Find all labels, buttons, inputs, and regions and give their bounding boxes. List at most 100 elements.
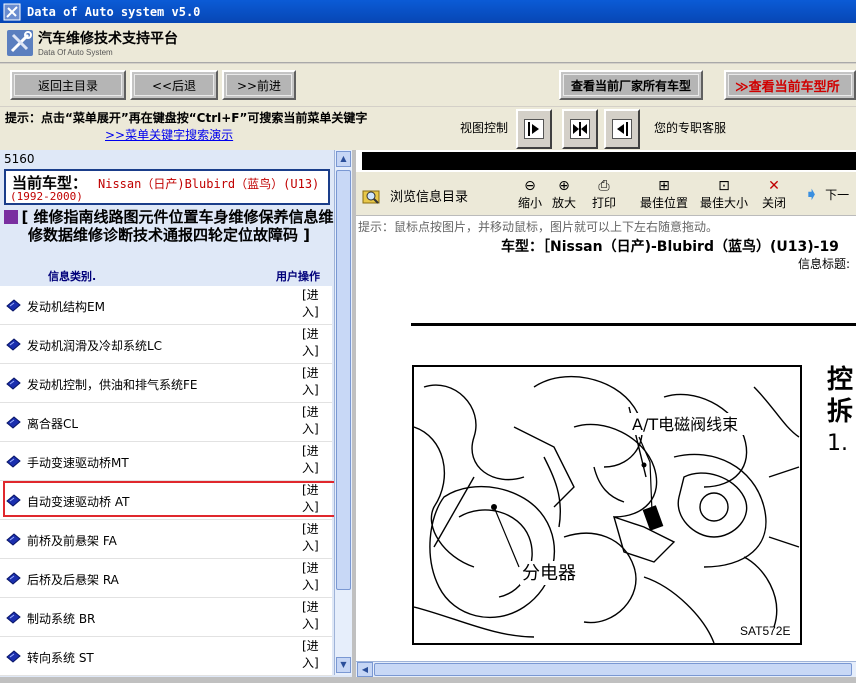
scroll-thumb[interactable] (336, 170, 351, 590)
list-item[interactable]: 发动机控制，供油和排气系统FE [进入] (0, 364, 332, 403)
list-item[interactable]: 前桥及前悬架 FA [进入] (0, 520, 332, 559)
list-item-label: 制动系统 BR (27, 612, 96, 626)
left-scrollbar[interactable]: ▲ ▼ (334, 150, 352, 675)
scroll-down-icon[interactable]: ▼ (336, 657, 351, 673)
zoom-out-button[interactable]: ⊖ 缩小 (518, 178, 542, 211)
list-item-label: 发动机控制，供油和排气系统FE (27, 378, 198, 392)
list-item[interactable]: 手动变速驱动桥MT [进入] (0, 442, 332, 481)
all-models-button[interactable]: 查看当前厂家所有车型 (559, 70, 703, 100)
section-heading-line: 拆 (827, 397, 854, 427)
engine-bay-drawing: A/T电磁阀线束 分电器 SAT572E (413, 375, 800, 644)
view-left-panel-button[interactable] (516, 109, 552, 149)
list-item[interactable]: 离合器CL [进入] (0, 403, 332, 442)
list-item-label: 后桥及后悬架 RA (27, 573, 119, 587)
diamond-bullet-icon (6, 611, 21, 624)
horizontal-scroll-thumb[interactable] (374, 663, 852, 676)
engine-diagram[interactable]: A/T电磁阀线束 分电器 SAT572E (412, 365, 802, 645)
section-heading-line: 控 (827, 365, 854, 395)
current-model-button[interactable]: ≫查看当前车型所 (724, 70, 856, 100)
list-item-label: 手动变速驱动桥MT (27, 456, 129, 470)
title-rule (411, 323, 856, 326)
enter-link[interactable]: [进入] (302, 560, 324, 594)
list-item[interactable]: 制动系统 BR [进入] (0, 598, 332, 637)
diagram-label-solenoid: A/T电磁阀线束 (632, 415, 738, 434)
all-models-button-label: 查看当前厂家所有车型 (570, 78, 691, 93)
drag-hint: 提示：鼠标点按图片，并移动鼠标，图片就可以上下左右随意拖动。 (358, 220, 719, 234)
list-item[interactable]: 发动机润滑及冷却系统LC [进入] (0, 325, 332, 364)
app-header: 汽车维修技术支持平台 Data Of Auto System (0, 23, 856, 63)
list-item[interactable]: 转向系统 ST [进入] (0, 637, 332, 676)
best-position-button[interactable]: ⊞ 最佳位置 (640, 178, 688, 211)
print-label: 打印 (592, 196, 617, 210)
info-title-label: 信息标题: (798, 257, 851, 271)
home-button[interactable]: 返回主目录 (10, 70, 126, 100)
list-item-label: 发动机润滑及冷却系统LC (27, 339, 163, 353)
status-strip (0, 677, 856, 683)
view-right-panel-button[interactable] (604, 109, 640, 149)
enter-link[interactable]: [进入] (302, 599, 324, 633)
enter-link[interactable]: [进入] (302, 521, 324, 555)
diamond-bullet-icon (6, 416, 21, 429)
model-title: 车型：［Nissan（日产)-Blubird（蓝鸟）(U13)-19 (501, 239, 839, 255)
scroll-up-icon[interactable]: ▲ (336, 151, 351, 167)
section-heading-fragment: 控 拆 1. (827, 364, 853, 460)
list-item[interactable]: 后桥及后悬架 RA [进入] (0, 559, 332, 598)
printer-icon: ⎙ (598, 178, 610, 194)
list-item-label: 前桥及前悬架 FA (27, 534, 117, 548)
list-item-label: 转向系统 ST (27, 651, 94, 665)
back-button[interactable]: <<后退 (130, 70, 218, 100)
column-category: 信息类别. (48, 270, 97, 283)
close-label: 关闭 (762, 196, 787, 210)
best-position-label: 最佳位置 (640, 196, 689, 210)
current-car-name: Nissan（日产)Blubird（蓝鸟）(U13) (98, 177, 320, 191)
current-car-box: 当前车型： Nissan（日产)Blubird（蓝鸟）(U13) (1992-2… (4, 169, 330, 205)
best-size-button[interactable]: ⊡ 最佳大小 (700, 178, 748, 211)
enter-link[interactable]: [进入] (302, 365, 324, 399)
enter-link[interactable]: [进入] (302, 404, 324, 438)
zoom-in-label: 放大 (552, 196, 577, 210)
viewer-horizontal-scrollbar[interactable]: ◀ (356, 661, 856, 677)
enter-link[interactable]: [进入] (302, 326, 324, 360)
diamond-bullet-icon (6, 377, 21, 390)
magnifier-folder-icon (362, 190, 380, 204)
diamond-bullet-icon (6, 533, 21, 546)
list-item[interactable]: 发动机结构EM [进入] (0, 286, 332, 325)
diamond-bullet-icon (6, 338, 21, 351)
selection-highlight (3, 481, 347, 517)
forward-button[interactable]: >>前进 (222, 70, 296, 100)
scroll-left-icon[interactable]: ◀ (357, 662, 373, 677)
tools-logo-icon (7, 29, 33, 56)
enter-link[interactable]: [进入] (302, 638, 324, 672)
record-counter: 5160 (4, 152, 35, 166)
list-item-label: 离合器CL (27, 417, 79, 431)
customer-service-label: 您的专职客服 (654, 121, 727, 135)
split-arrows-icon (573, 122, 587, 136)
browse-catalog-button[interactable]: 浏览信息目录 (362, 186, 468, 205)
category-heading: [ 维修指南线路图元件位置车身维修保养信息维修数据维修诊断技术通报四轮定位故障码… (4, 208, 334, 244)
column-action: 用户操作 (276, 270, 320, 283)
zoom-out-label: 缩小 (518, 196, 543, 210)
category-panel: 5160 当前车型： Nissan（日产)Blubird（蓝鸟）(U13) (1… (0, 150, 352, 683)
search-demo-link[interactable]: >>菜单关键字搜索演示 (105, 126, 233, 143)
best-position-icon: ⊞ (658, 178, 670, 194)
section-step-number: 1. (827, 431, 848, 456)
enter-link[interactable]: [进入] (302, 443, 324, 477)
best-size-label: 最佳大小 (700, 196, 749, 210)
next-button[interactable]: ➧ 下一 (804, 184, 849, 205)
close-icon: ✕ (768, 178, 780, 194)
header-title: 汽车维修技术支持平台 (38, 31, 178, 47)
current-model-button-label: ≫查看当前车型所 (735, 79, 840, 95)
close-button[interactable]: ✕ 关闭 (762, 178, 786, 211)
viewer-toolbar: 浏览信息目录 ⊖ 缩小 ⊕ 放大 ⎙ 打印 ⊞ 最佳位置 ⊡ 最佳大小 ✕ 关闭 ➧ 下一 (356, 172, 856, 216)
zoom-in-button[interactable]: ⊕ 放大 (552, 178, 576, 211)
best-size-icon: ⊡ (718, 178, 730, 194)
arrow-right-icon (528, 122, 539, 136)
enter-link[interactable]: [进入] (302, 287, 324, 321)
view-control-label: 视图控制 (460, 121, 509, 135)
view-split-button[interactable] (562, 109, 598, 149)
diagram-label-distributor: 分电器 (522, 563, 576, 584)
diamond-bullet-icon (6, 650, 21, 663)
next-label: 下一 (825, 188, 850, 202)
back-button-label: <<后退 (151, 78, 197, 93)
print-button[interactable]: ⎙ 打印 (592, 178, 616, 211)
